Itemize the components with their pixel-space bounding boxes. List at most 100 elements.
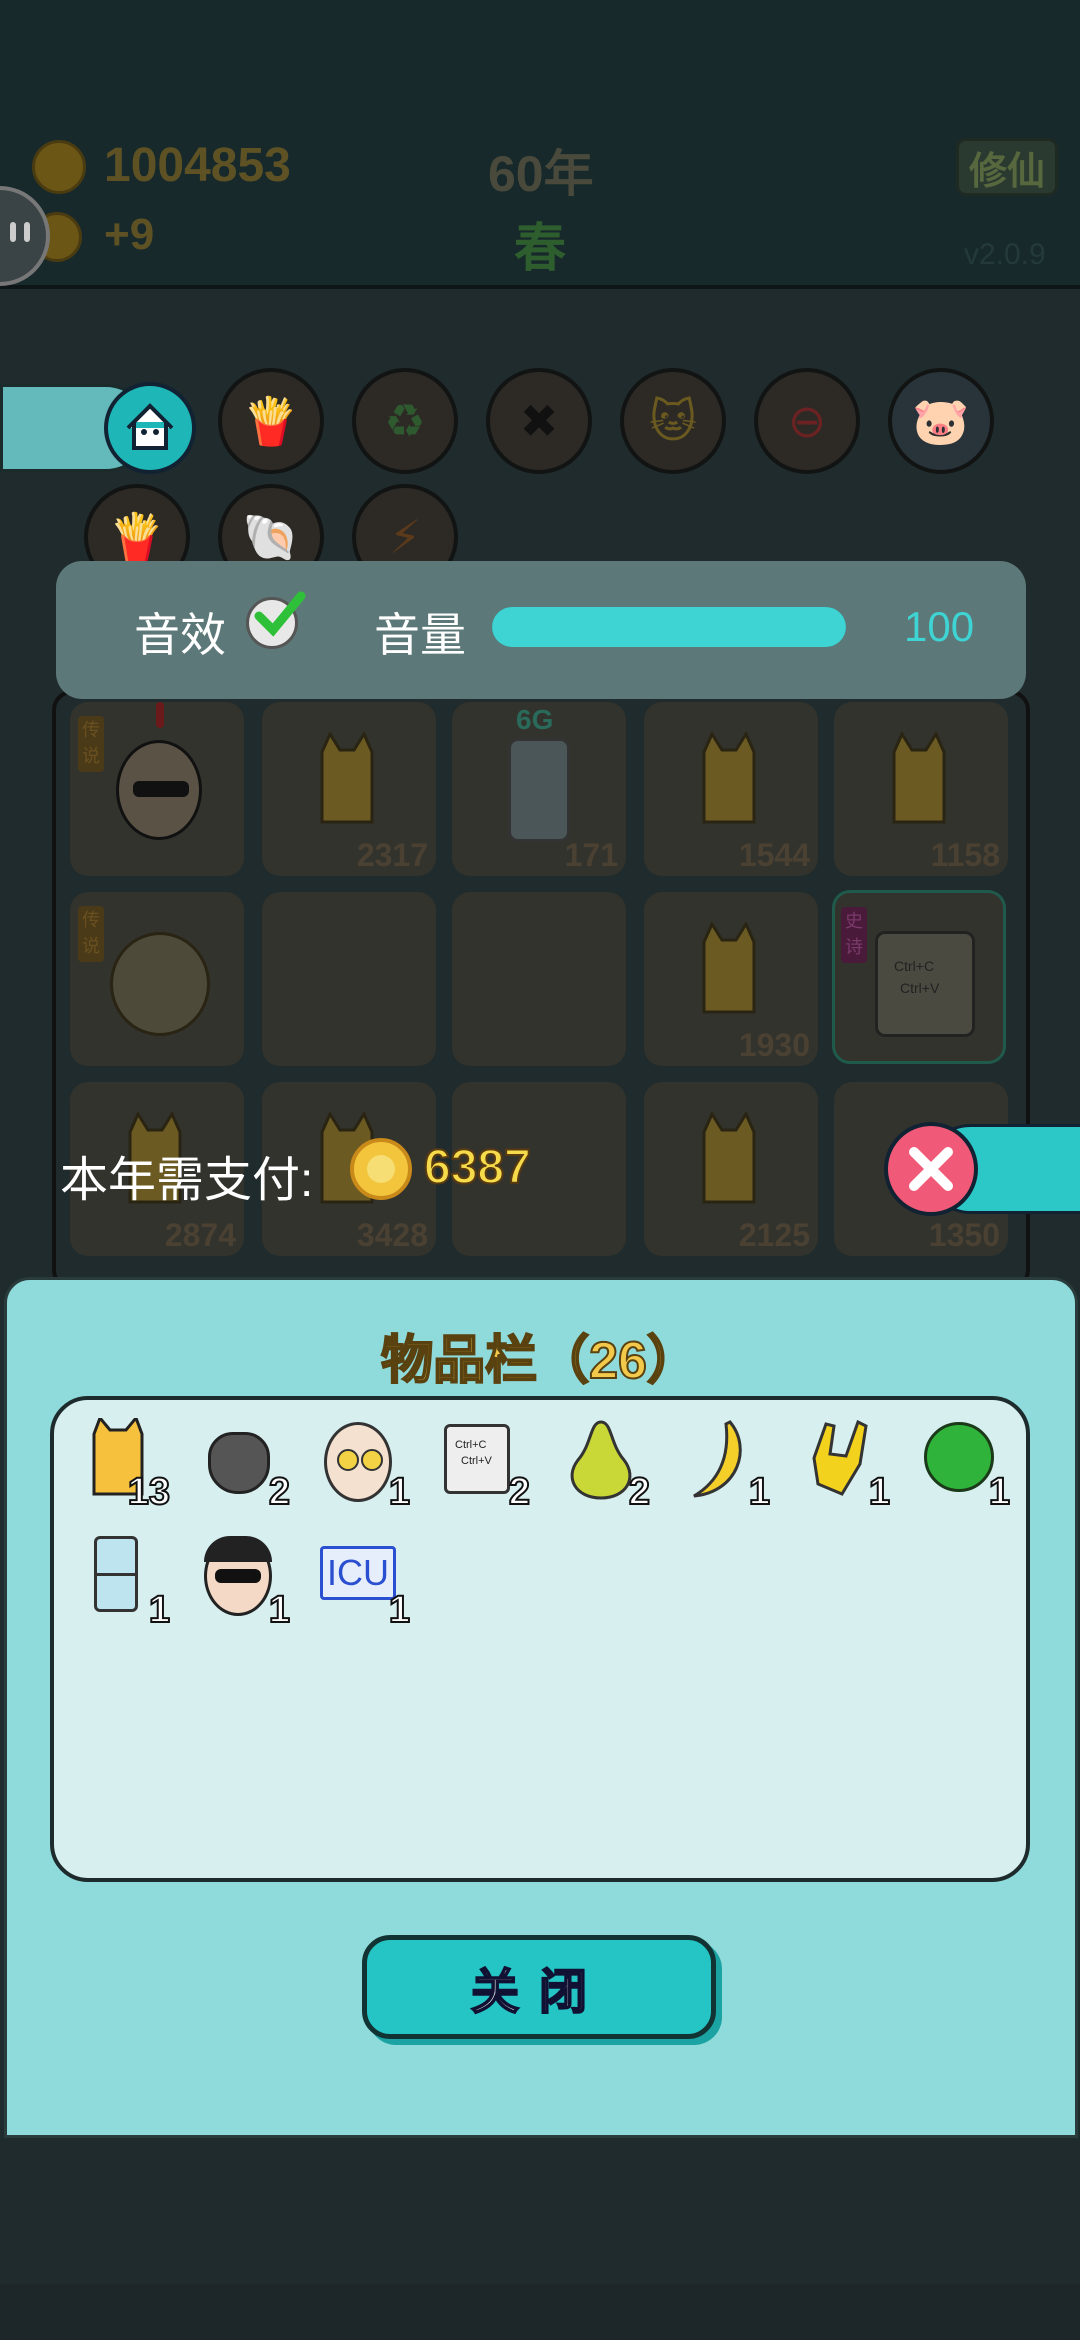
inventory-item[interactable]: 1 (66, 1528, 176, 1638)
cat-icon (892, 732, 946, 824)
item-quantity: 2 (628, 1470, 651, 1514)
fries-tool-button[interactable]: 🍟 (218, 368, 324, 474)
cell-value: 171 (564, 837, 618, 873)
legend-tag: 传说 (78, 906, 104, 962)
home-button[interactable] (104, 382, 196, 474)
coin-icon (32, 140, 86, 194)
cat-icon (320, 732, 374, 824)
payment-label: 本年需支付: (60, 1154, 314, 1207)
cancel-button[interactable] (884, 1122, 978, 1216)
close-icon (909, 1147, 953, 1191)
item-quantity: 1 (388, 1588, 411, 1632)
inventory-item[interactable]: 2 (546, 1410, 656, 1520)
board-cell[interactable] (452, 892, 626, 1066)
board-cell[interactable]: 2125 (644, 1082, 818, 1256)
ctrl-c-ctrl-v-icon: Ctrl+C Ctrl+V (875, 931, 975, 1037)
inventory-item[interactable]: Ctrl+C Ctrl+V 2 (426, 1410, 536, 1520)
legend-tag: 传说 (78, 716, 104, 772)
volume-slider-track[interactable] (492, 607, 846, 647)
trash-bag-icon (208, 1432, 270, 1494)
alert-icon (156, 702, 164, 728)
season-label: 春 (514, 220, 567, 278)
cell-value: 1158 (930, 837, 1000, 873)
inventory-item[interactable]: 1 (186, 1528, 296, 1638)
inventory-item[interactable]: 1 (786, 1410, 896, 1520)
item-quantity: 2 (508, 1470, 531, 1514)
fridge-tag: 6G (516, 704, 554, 735)
pear-icon (570, 1420, 632, 1500)
sfx-label: 音效 (134, 609, 226, 661)
sunglasses-man-avatar (116, 740, 202, 840)
board-cell[interactable] (262, 892, 436, 1066)
board-cell[interactable]: 史诗 Ctrl+C Ctrl+V (832, 890, 1006, 1064)
cell-value: 1350 (928, 1217, 1000, 1253)
volume-slider-fill[interactable] (492, 607, 846, 647)
board-cell[interactable]: 1544 (644, 702, 818, 876)
board-cell[interactable]: 1158 (834, 702, 1008, 876)
board-cell[interactable]: 传说 (70, 892, 244, 1066)
minus-circle-icon: ⊖ (787, 395, 827, 447)
remove-tool-button[interactable]: ⊖ (754, 368, 860, 474)
cat-icon (702, 732, 756, 824)
item-quantity: 1 (268, 1588, 291, 1632)
income-per-turn: +9 (104, 210, 155, 259)
coin-balance: 1004853 (104, 139, 291, 192)
shell-icon: 🐚 (242, 510, 300, 563)
sunglasses-man-icon (204, 1536, 272, 1616)
inventory-title: 物品栏（26） (380, 1331, 700, 1391)
inventory-item[interactable]: ICU 1 (306, 1528, 416, 1638)
coin-icon (350, 1138, 412, 1200)
board-cell[interactable]: 传说 (70, 702, 244, 876)
home-icon (126, 403, 174, 450)
inventory-item[interactable]: 13 (66, 1410, 176, 1520)
close-button[interactable]: 关闭 (362, 1935, 716, 2039)
year-label: 60年 (488, 146, 594, 202)
cat-face-icon: 🐱 (649, 395, 697, 447)
delete-tag-icon: ✖ (519, 395, 559, 447)
cat-mask-tool-button[interactable]: 🐱 (620, 368, 726, 474)
item-quantity: 13 (127, 1470, 171, 1514)
old-man-face-icon (324, 1422, 392, 1502)
cultivation-mode-button[interactable]: 修仙 (956, 138, 1058, 196)
item-quantity: 1 (148, 1588, 171, 1632)
item-quantity: 1 (868, 1470, 891, 1514)
lightning-icon: ⚡ (388, 511, 422, 563)
fries-icon: 🍟 (242, 394, 300, 447)
cell-value: 1930 (738, 1027, 810, 1063)
watermelon-icon (924, 1422, 994, 1492)
volume-label: 音量 (374, 609, 466, 661)
sfx-checkbox[interactable] (246, 591, 306, 649)
inventory-item[interactable]: 2 (186, 1410, 296, 1520)
checkmark-icon (254, 591, 306, 637)
board-cell[interactable]: 2317 (262, 702, 436, 876)
cat-icon (702, 1112, 756, 1204)
board-cell[interactable]: 6G 171 (452, 702, 626, 876)
piggy-bank-tool-button[interactable]: 🐷 (888, 368, 994, 474)
ctrl-c-ctrl-v-icon: Ctrl+C Ctrl+V (444, 1424, 510, 1494)
delete-tool-button[interactable]: ✖ (486, 368, 592, 474)
cell-value: 2874 (164, 1217, 236, 1253)
item-quantity: 1 (388, 1470, 411, 1514)
sound-settings-panel: 音效 音量 100 (56, 561, 1026, 699)
top-status-bar: 1004853 +9 60年 春 修仙 v2.0.9 (0, 0, 1080, 289)
item-quantity: 2 (268, 1470, 291, 1514)
inventory-item[interactable]: 1 (906, 1410, 1016, 1520)
epic-tag: 史诗 (841, 907, 867, 963)
fries-icon: 🍟 (108, 510, 166, 563)
board-cell[interactable]: 1930 (644, 892, 818, 1066)
inventory-item[interactable]: 1 (306, 1410, 416, 1520)
old-man-face-icon (110, 932, 210, 1036)
cell-value: 2317 (356, 837, 428, 873)
volume-value: 100 (904, 603, 975, 650)
fridge-icon (508, 738, 570, 842)
version-label: v2.0.9 (964, 238, 1046, 271)
inventory-item[interactable]: 1 (666, 1410, 776, 1520)
recycle-tool-button[interactable]: ♻ (352, 368, 458, 474)
cell-value: 2125 (738, 1217, 810, 1253)
payment-amount: 6387 (423, 1140, 532, 1195)
float-assistant-button[interactable] (0, 186, 50, 286)
rock-hand-icon (812, 1419, 868, 1496)
cell-value: 3428 (356, 1217, 428, 1253)
cell-value: 1544 (738, 837, 810, 873)
recycle-icon: ♻ (384, 395, 426, 447)
